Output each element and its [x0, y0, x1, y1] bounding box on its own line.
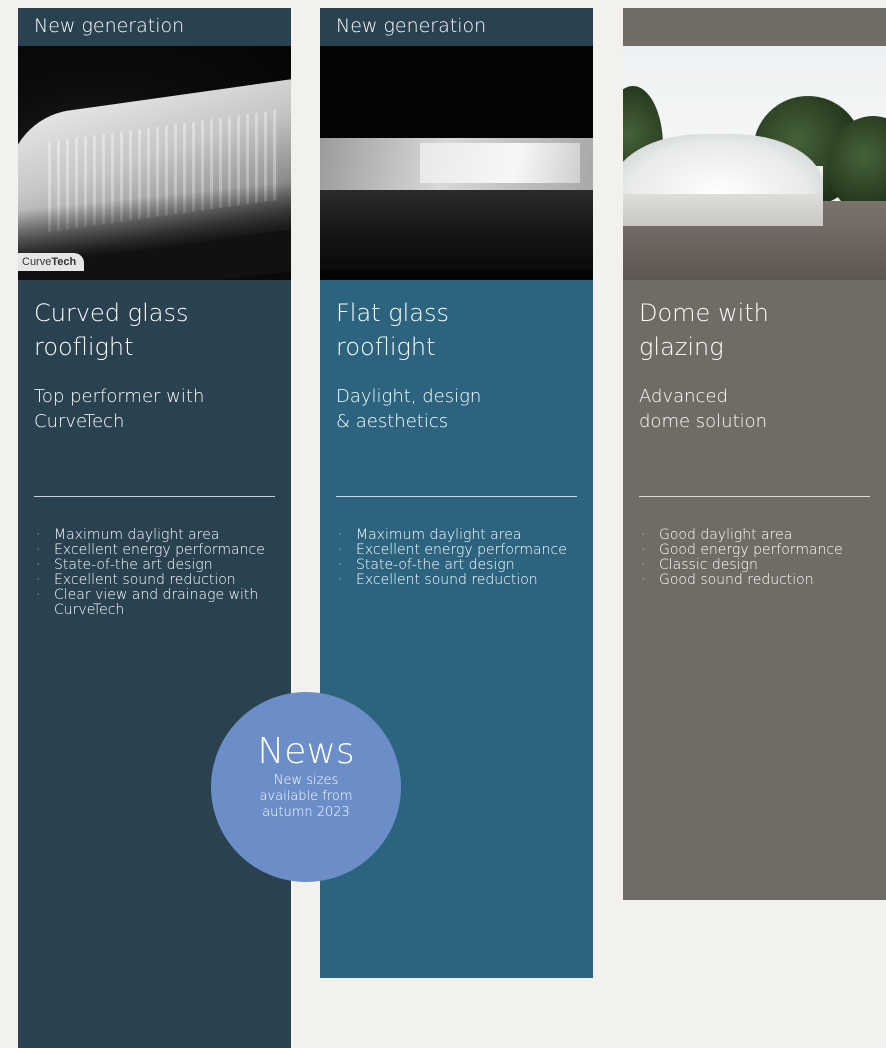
feature-item: Excellent energy performance	[336, 543, 585, 559]
news-title: News	[257, 731, 355, 772]
feature-list: Maximum daylight area Excellent energy p…	[34, 528, 283, 618]
curved-glass-rooflight-photo: CurveTech	[18, 46, 291, 280]
feature-item: Excellent sound reduction	[34, 573, 283, 589]
product-title: Flat glass rooflight	[336, 299, 450, 361]
flat-glass-rooflight-photo	[320, 46, 593, 280]
product-title: Curved glass rooflight	[34, 299, 189, 361]
news-text: New sizes available from autumn 2023	[259, 773, 353, 820]
feature-item: Good energy performance	[639, 543, 878, 559]
feature-item: State-of-the art design	[336, 558, 585, 574]
product-subtitle: Daylight, design & aesthetics	[336, 386, 482, 432]
card-header	[623, 8, 886, 46]
new-generation-tag: New generation	[18, 8, 291, 46]
product-subtitle: Top performer with CurveTech	[34, 386, 205, 432]
feature-item: Maximum daylight area	[34, 528, 283, 544]
divider	[336, 496, 577, 497]
product-card-curved-glass[interactable]: New generation CurveTech Curved glass ro…	[18, 8, 291, 1048]
divider	[34, 496, 275, 497]
feature-item: Good sound reduction	[639, 573, 878, 589]
feature-item: Maximum daylight area	[336, 528, 585, 544]
feature-item: Classic design	[639, 558, 878, 574]
news-badge[interactable]: News New sizes available from autumn 202…	[211, 692, 401, 882]
divider	[639, 496, 870, 497]
feature-list: Maximum daylight area Excellent energy p…	[336, 528, 585, 589]
feature-item: Excellent energy performance	[34, 543, 283, 559]
product-subtitle: Advanced dome solution	[639, 386, 768, 432]
feature-list: Good daylight area Good energy performan…	[639, 528, 878, 589]
feature-item: Excellent sound reduction	[336, 573, 585, 589]
feature-item: Good daylight area	[639, 528, 878, 544]
feature-item: State-of-the art design	[34, 558, 283, 574]
curvetech-logo: CurveTech	[18, 253, 85, 271]
product-card-dome[interactable]: Dome with glazing Advanced dome solution…	[623, 8, 886, 900]
new-generation-tag: New generation	[320, 8, 593, 46]
dome-rooflight-photo	[623, 46, 886, 280]
feature-item: Clear view and drainage with CurveTech	[34, 588, 283, 618]
product-title: Dome with glazing	[639, 299, 769, 361]
